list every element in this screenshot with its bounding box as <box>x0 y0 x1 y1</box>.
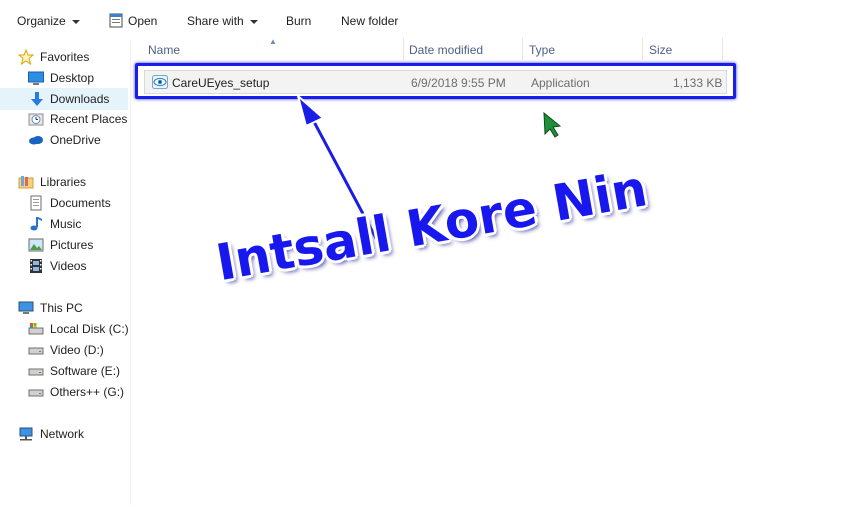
cursor-pointer-icon <box>543 111 562 138</box>
